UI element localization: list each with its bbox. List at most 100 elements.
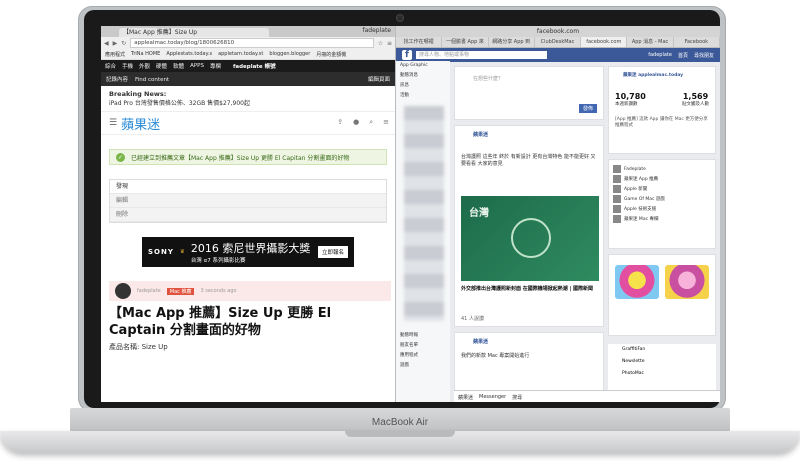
list-item[interactable]: 蘋果迷 Mac 專欄 <box>613 214 711 224</box>
chat-item[interactable]: Messenger <box>479 394 506 400</box>
nav-item[interactable]: APPS <box>190 63 204 69</box>
chat-item[interactable]: 蘋果迷 <box>458 394 473 401</box>
post-author[interactable]: 蘋果迷 <box>473 131 488 138</box>
post-text: 台灣護照 這些年 終於 有新設計 更有台灣特色 能不能更好 又要看看 大家的意見 <box>461 154 596 167</box>
nav-item[interactable]: 專欄 <box>210 62 221 70</box>
category-tag[interactable]: Mac 推薦 <box>166 287 195 295</box>
hamburger-icon[interactable]: ☰ <box>109 118 117 128</box>
list-item[interactable]: Apple 技術支援 <box>613 204 711 214</box>
left-tab[interactable]: 【Mac App 推薦】Size Up <box>119 28 269 37</box>
sponsored-image[interactable] <box>665 265 709 299</box>
like-count[interactable]: 41 人說讚 <box>461 315 484 322</box>
bookmark-item[interactable]: 月冊的金額機 <box>316 51 346 58</box>
menu-item[interactable]: 刪除 <box>110 208 386 222</box>
left-nav-item[interactable]: 訊息 <box>396 81 450 91</box>
tab[interactable]: 網路分享 App 到 <box>489 37 535 47</box>
contact-item[interactable]: GraffitiFan <box>608 344 716 356</box>
forward-icon[interactable]: ▶ <box>113 40 118 47</box>
share-icon[interactable]: ⇪ <box>337 118 343 127</box>
tab[interactable]: ClubDeskMac <box>535 37 582 47</box>
sponsored-image[interactable] <box>615 265 659 299</box>
tab[interactable]: 找工作在哪裡 <box>396 37 443 47</box>
page-name[interactable]: 蘋果迷 applealmac.today <box>623 72 683 78</box>
contact-item[interactable]: Newslette <box>608 356 716 368</box>
right-title-bar: facebook.com <box>396 26 720 37</box>
bookmark-item[interactable]: TriNa HOME <box>131 51 160 57</box>
list-item[interactable]: Apple 新聞 <box>613 184 711 194</box>
tab[interactable]: App 消息 - Mac <box>627 37 674 47</box>
left-nav-item[interactable]: 動態消息 <box>396 71 450 81</box>
menu-item[interactable]: 編輯 <box>110 194 386 208</box>
tab[interactable]: Facebook <box>674 37 720 47</box>
action-menu: 發現 編輯 刪除 <box>109 179 387 223</box>
post-author[interactable]: 蘋果迷 <box>473 338 488 345</box>
left-nav-item[interactable]: App Graphic <box>396 61 450 71</box>
post-title[interactable]: 【Mac App 推薦】Size Up 更勝 El Captain 分割畫面的好… <box>109 305 389 339</box>
home-link[interactable]: 首頁 <box>678 52 688 59</box>
left-nav-item[interactable]: 朋友名單 <box>396 341 450 351</box>
user-icon[interactable]: ● <box>353 118 359 127</box>
left-nav-item[interactable]: 動態時報 <box>396 331 450 341</box>
trophy-icon: ♛ <box>179 249 185 255</box>
tab[interactable]: 一個臉書 App 來 <box>442 37 489 47</box>
list-icon[interactable]: ≡ <box>383 118 389 127</box>
left-nav-item[interactable]: 遊戲 <box>396 361 450 371</box>
bookmark-item[interactable]: appletarn.today.st <box>218 51 263 57</box>
url-field[interactable]: applealmac.today/blog/1800626810 <box>130 38 374 48</box>
site-logo[interactable]: 蘋果迷 <box>121 114 160 133</box>
ad-banner[interactable]: SONY ♛ 2016 索尼世界攝影大獎 台灣 α7 系列攝影比賽 立即報名 <box>142 237 354 267</box>
page-feed-text[interactable]: [App 推薦] 這款 App 讓你在 Mac 更方便分享 推薦程式 <box>615 117 709 129</box>
edit-page-link[interactable]: 編輯頁面 <box>368 75 390 83</box>
profile-user[interactable]: fadeplate <box>363 27 392 34</box>
star-icon[interactable]: ☆ <box>378 40 383 47</box>
search-icon[interactable]: ⌕ <box>369 118 373 127</box>
facebook-logo-icon[interactable]: f <box>402 50 412 60</box>
avatar[interactable] <box>115 283 131 299</box>
reload-icon[interactable]: ↻ <box>121 40 126 47</box>
ad-headline: 2016 索尼世界攝影大獎 <box>190 242 311 255</box>
breaking-text[interactable]: iPad Pro 台灣發售價格公佈、32GB 售價$27,900起 <box>109 100 250 107</box>
bookmark-item[interactable]: bloggen.blogger <box>269 51 310 57</box>
sponsored-box[interactable] <box>608 254 716 336</box>
profile-link[interactable]: fadeplate <box>648 52 672 59</box>
facebook-topbar: f 搜尋人物、地點或事物 fadeplate 首頁 尋找朋友 <box>396 48 720 62</box>
find-friends-link[interactable]: 尋找朋友 <box>694 52 714 59</box>
menu-icon[interactable]: ≡ <box>387 40 392 47</box>
bookmark-item[interactable]: Applestats.today.s <box>166 51 212 57</box>
list-item[interactable]: 蘋果迷 App 推薦 <box>613 174 711 184</box>
list-item[interactable]: Game Of Mac 遊戲 <box>613 194 711 204</box>
passport-image[interactable]: 台灣 <box>461 196 599 281</box>
ad-cta[interactable]: 立即報名 <box>317 246 348 258</box>
composer[interactable]: 在想些什麼？ 發佈 <box>454 66 604 120</box>
admin-link[interactable]: 記錄內容 <box>106 77 128 83</box>
right-browser-window: facebook.com 找工作在哪裡 一個臉書 App 來 網路分享 App … <box>396 26 720 402</box>
post-button[interactable]: 發佈 <box>578 104 597 113</box>
contact-item[interactable]: PhotoMac <box>608 368 716 380</box>
menu-item[interactable]: 發現 <box>110 180 386 194</box>
post-author[interactable]: fadeplate <box>137 288 161 294</box>
account-link[interactable]: fadeplate 帳號 <box>233 62 276 70</box>
back-icon[interactable]: ◀ <box>104 40 109 47</box>
link-caption[interactable]: 外交部推出台灣護照新封面 在國際機場掀起熱潮 | 國際新聞 <box>461 286 597 293</box>
search-input[interactable]: 搜尋人物、地點或事物 <box>416 51 547 59</box>
composer-placeholder[interactable]: 在想些什麼？ <box>473 75 503 82</box>
nav-item[interactable]: 綜合 <box>105 62 116 70</box>
left-nav-item[interactable]: 應用程式 <box>396 351 450 361</box>
ad-sub: 台灣 α7 系列攝影比賽 <box>190 258 246 264</box>
check-icon: ✓ <box>116 152 125 162</box>
left-browser-window: 【Mac App 推薦】Size Up fadeplate ◀ ▶ ↻ appl… <box>101 26 396 402</box>
tab-active[interactable]: facebook.com <box>581 37 628 47</box>
laptop: MacBook Air 【Mac App 推薦】Size Up fadeplat… <box>0 0 800 475</box>
nav-item[interactable]: 硬體 <box>156 62 167 70</box>
likes-label: 本週新讚數 <box>615 102 638 107</box>
site-header: ☰ 蘋果迷 ⇪ ● ⌕ ≡ <box>101 111 395 135</box>
left-nav-item[interactable]: 活動 <box>396 91 450 101</box>
list-item[interactable]: Fadeplate <box>613 164 711 174</box>
nav-item[interactable]: 外觀 <box>139 62 150 70</box>
nav-item[interactable]: 軟體 <box>173 62 184 70</box>
nav-item[interactable]: 手機 <box>122 62 133 70</box>
chat-item[interactable]: 搜尋 <box>512 394 522 401</box>
bookmark-item[interactable]: 應用程式 <box>105 51 125 58</box>
right-tab-bar: 找工作在哪裡 一個臉書 App 來 網路分享 App 到 ClubDeskMac… <box>396 37 720 48</box>
find-content-link[interactable]: Find content <box>135 77 169 83</box>
